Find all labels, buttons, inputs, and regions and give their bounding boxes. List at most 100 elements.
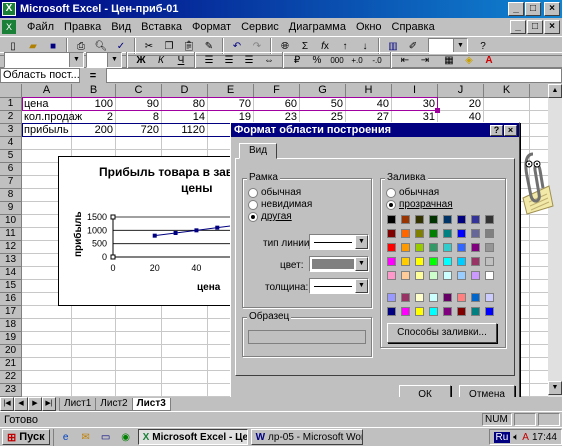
vertical-scrollbar[interactable]: ▲ ▼: [548, 84, 562, 397]
fill-methods-button[interactable]: Способы заливки...: [387, 323, 497, 343]
row-header-9[interactable]: 9: [0, 202, 22, 215]
row-header-1[interactable]: 1: [0, 98, 22, 111]
color-swatch[interactable]: [429, 243, 438, 252]
chart-xlabel[interactable]: цена: [197, 282, 221, 293]
row-header-7[interactable]: 7: [0, 176, 22, 189]
column-header-i[interactable]: I: [392, 84, 438, 98]
color-swatch[interactable]: [401, 271, 410, 280]
color-swatch[interactable]: [415, 257, 424, 266]
row-header-20[interactable]: 20: [0, 345, 22, 358]
color-swatch[interactable]: [415, 229, 424, 238]
desktop-quicklaunch-icon[interactable]: ▭: [97, 429, 115, 446]
frame-invisible-radio[interactable]: невидимая: [248, 199, 312, 210]
color-swatch[interactable]: [457, 293, 466, 302]
column-header-f[interactable]: F: [254, 84, 300, 98]
chart-title-line2[interactable]: цены: [181, 181, 213, 195]
color-swatch[interactable]: [457, 215, 466, 224]
color-swatch[interactable]: [471, 243, 480, 252]
excel-app-icon[interactable]: X: [2, 2, 16, 16]
currency-icon[interactable]: ₽: [288, 52, 306, 69]
color-swatch[interactable]: [443, 229, 452, 238]
color-swatch[interactable]: [457, 229, 466, 238]
start-button[interactable]: ⊞ Пуск: [2, 429, 50, 445]
color-swatch[interactable]: [471, 293, 480, 302]
language-indicator[interactable]: Ru: [493, 431, 511, 443]
color-swatch[interactable]: [457, 271, 466, 280]
color-swatch[interactable]: [471, 307, 480, 316]
color-swatch[interactable]: [429, 215, 438, 224]
chart-ylabel[interactable]: прибыль: [72, 211, 84, 257]
formula-input[interactable]: [106, 68, 562, 83]
color-swatch[interactable]: [401, 257, 410, 266]
thickness-select[interactable]: ▼: [309, 278, 369, 294]
column-header-k[interactable]: K: [484, 84, 530, 98]
font-name-combo[interactable]: [4, 52, 84, 68]
color-swatch[interactable]: [401, 243, 410, 252]
color-swatch[interactable]: [443, 215, 452, 224]
menu-view[interactable]: Вид: [106, 21, 136, 33]
row-header-4[interactable]: 4: [0, 137, 22, 150]
menu-format[interactable]: Формат: [187, 21, 236, 33]
color-swatch[interactable]: [387, 293, 396, 302]
column-header-l[interactable]: L: [530, 84, 548, 98]
decrease-decimal-icon[interactable]: -.0: [368, 52, 386, 69]
color-swatch[interactable]: [387, 229, 396, 238]
color-swatch[interactable]: [443, 293, 452, 302]
taskbar-excel-button[interactable]: X Microsoft Excel - Цен...: [137, 429, 248, 445]
fill-normal-radio[interactable]: обычная: [386, 187, 439, 198]
align-left-icon[interactable]: ☰: [200, 52, 218, 69]
color-swatch[interactable]: [457, 257, 466, 266]
color-swatch[interactable]: [415, 271, 424, 280]
increase-indent-icon[interactable]: ⇥: [416, 52, 434, 69]
chevron-down-icon[interactable]: ▼: [355, 235, 368, 249]
row-header-2[interactable]: 2: [0, 111, 22, 124]
color-swatch[interactable]: [401, 229, 410, 238]
decrease-indent-icon[interactable]: ⇤: [396, 52, 414, 69]
fill-transparent-radio[interactable]: прозрачная: [386, 199, 453, 210]
last-sheet-arrow-icon[interactable]: ▶|: [42, 397, 56, 411]
row-header-17[interactable]: 17: [0, 306, 22, 319]
channels-quicklaunch-icon[interactable]: ◉: [117, 429, 135, 446]
plot-area[interactable]: 1500100050000204060: [87, 212, 240, 273]
color-swatch[interactable]: [387, 243, 396, 252]
row-header-5[interactable]: 5: [0, 150, 22, 163]
underline-button[interactable]: Ч: [172, 52, 190, 69]
row-header-22[interactable]: 22: [0, 371, 22, 384]
outlook-quicklaunch-icon[interactable]: ✉: [77, 429, 95, 446]
color-swatch[interactable]: [443, 271, 452, 280]
ie-quicklaunch-icon[interactable]: e: [57, 429, 75, 446]
color-swatch[interactable]: [415, 215, 424, 224]
color-swatch[interactable]: [443, 257, 452, 266]
scroll-down-arrow-icon[interactable]: ▼: [548, 381, 562, 395]
color-swatch[interactable]: [387, 215, 396, 224]
sheet-tab-1[interactable]: Лист1: [59, 397, 97, 411]
color-swatch[interactable]: [415, 307, 424, 316]
embedded-chart[interactable]: Прибыль товара в зави цены прибыль цена …: [58, 156, 240, 306]
frame-normal-radio[interactable]: обычная: [248, 187, 301, 198]
volume-icon[interactable]: 🔈︎: [513, 432, 519, 443]
column-header-e[interactable]: E: [208, 84, 254, 98]
color-swatch[interactable]: [387, 257, 396, 266]
color-swatch[interactable]: [401, 293, 410, 302]
doc-restore-button[interactable]: □: [527, 20, 543, 34]
color-swatch[interactable]: [485, 293, 494, 302]
menu-help[interactable]: Справка: [387, 21, 440, 33]
row-header-11[interactable]: 11: [0, 228, 22, 241]
row-header-12[interactable]: 12: [0, 241, 22, 254]
bold-button[interactable]: Ж: [132, 52, 150, 69]
row-header-13[interactable]: 13: [0, 254, 22, 267]
color-swatch[interactable]: [443, 307, 452, 316]
color-swatch[interactable]: [471, 271, 480, 280]
color-swatch[interactable]: [485, 307, 494, 316]
color-swatch[interactable]: [443, 243, 452, 252]
row-header-6[interactable]: 6: [0, 163, 22, 176]
font-size-combo[interactable]: [86, 52, 122, 68]
close-window-button[interactable]: ×: [544, 2, 560, 16]
maximize-button[interactable]: □: [525, 2, 541, 16]
menu-chart[interactable]: Диаграмма: [284, 21, 351, 33]
cell-b2[interactable]: 2: [72, 111, 115, 123]
color-swatch[interactable]: [471, 229, 480, 238]
frame-other-radio[interactable]: другая: [248, 211, 292, 222]
color-swatch[interactable]: [485, 271, 494, 280]
office-assistant-clip-icon[interactable]: [515, 146, 555, 216]
